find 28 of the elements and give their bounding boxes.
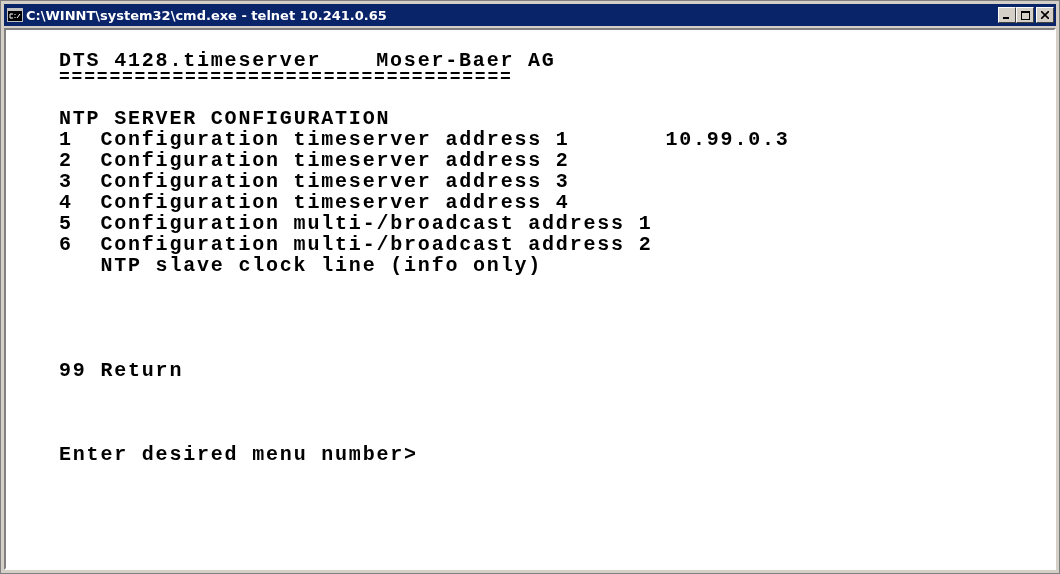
menu-number: 2 [59,150,74,171]
company-name: Moser-Baer AG [376,50,556,71]
maximize-button[interactable] [1016,7,1034,23]
minimize-button[interactable] [998,7,1016,23]
menu-label: Configuration timeserver address 3 [100,171,571,192]
menu-label: Configuration timeserver address 2 [100,150,571,171]
info-line: NTP slave clock line (info only) [100,255,543,276]
menu-value: 10.99.0.3 [665,129,790,150]
separator-line: ==================================== [59,71,513,87]
menu-label: Configuration multi-/broadcast address 1 [100,213,654,234]
section-title: NTP SERVER CONFIGURATION [59,108,391,129]
menu-label: Return [100,360,184,381]
menu-number: 1 [59,129,74,150]
menu-number: 3 [59,171,74,192]
window-title: C:\WINNT\system32\cmd.exe - telnet 10.241.0.65 [26,7,388,23]
maximize-icon [1020,10,1030,20]
menu-number: 5 [59,213,74,234]
close-button[interactable] [1036,7,1054,23]
menu-label: Configuration multi-/broadcast address 2 [100,234,654,255]
menu-label: Configuration timeserver address 4 [100,192,571,213]
menu-number: 6 [59,234,74,255]
menu-label: Configuration timeserver address 1 [100,129,571,150]
console-icon [7,8,23,22]
menu-number: 99 [59,360,88,381]
product-name: DTS 4128.timeserver [59,50,322,71]
menu-number: 4 [59,192,74,213]
close-icon [1041,11,1049,19]
prompt-text: Enter desired menu number> [59,444,418,465]
